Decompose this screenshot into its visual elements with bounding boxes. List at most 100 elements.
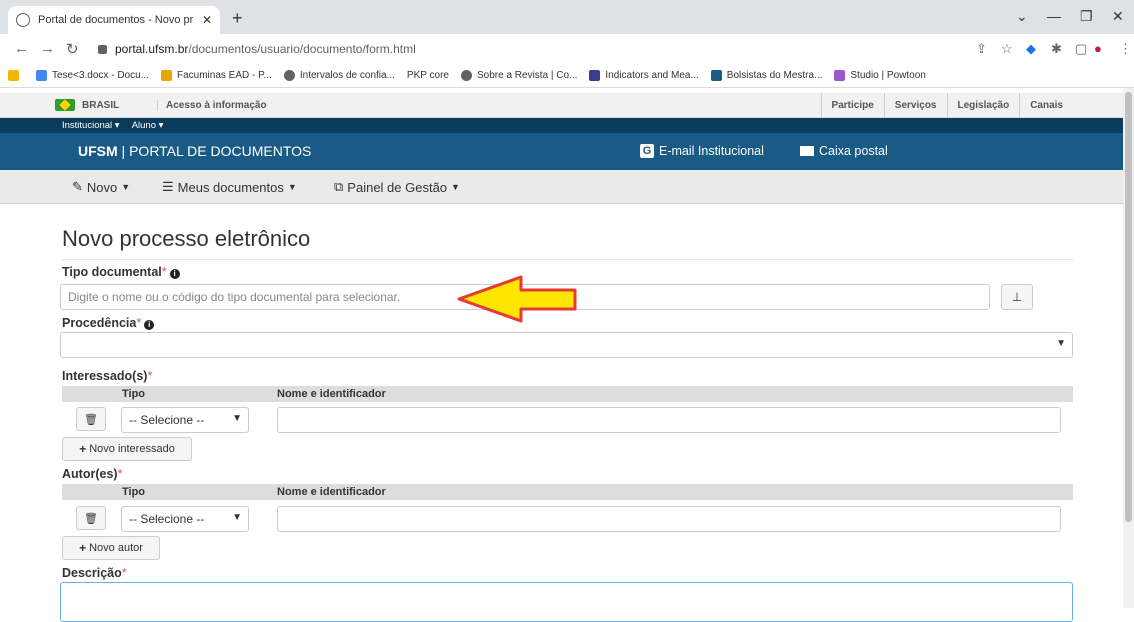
browser-tabstrip: Portal de documentos - Novo pr ✕ + ⌄ — ❐…: [0, 0, 1134, 34]
bookmark-favicon: [589, 70, 601, 81]
scrollbar-thumb[interactable]: [1125, 92, 1132, 522]
dashboard-icon: ⧉: [334, 179, 344, 194]
procedencia-select[interactable]: ▼: [60, 332, 1073, 358]
procedencia-label: Procedência* i: [62, 316, 155, 330]
list-icon: ☰: [162, 179, 174, 194]
institucional-menu[interactable]: Institucional ▾: [62, 120, 120, 131]
trash-icon: 🗑: [84, 413, 98, 426]
bookmark-item[interactable]: Tese<3.docx - Docu...: [36, 70, 149, 81]
apps-icon[interactable]: [8, 70, 24, 81]
gov-link-canais[interactable]: Canais: [1019, 93, 1073, 118]
bookmark-item[interactable]: Bolsistas do Mestra...: [710, 70, 822, 81]
interessado-tipo-select[interactable]: -- Selecione -- ▼: [121, 407, 249, 433]
gov-link-servicos[interactable]: Serviços: [883, 93, 947, 118]
trash-icon: 🗑: [84, 512, 98, 525]
bookmarks-bar: Tese<3.docx - Docu... Facuminas EAD - P.…: [0, 64, 1134, 88]
globe-icon: [16, 13, 30, 27]
gov-links: Participe Serviços Legislação Canais: [820, 93, 1073, 118]
profile-avatar-icon[interactable]: ●: [1094, 41, 1102, 56]
chevron-down-icon: ▼: [232, 512, 242, 523]
google-icon: G: [640, 144, 654, 158]
gov-brasil-link[interactable]: BRASIL: [82, 100, 119, 111]
descricao-label: Descrição*: [62, 566, 127, 580]
gov-link-legislacao[interactable]: Legislação: [946, 93, 1020, 118]
bookmark-item[interactable]: Intervalos de confia...: [283, 70, 395, 81]
page-title: Novo processo eletrônico: [62, 226, 311, 251]
menu-meus-documentos[interactable]: ☰ Meus documentos ▼: [162, 179, 297, 195]
brazil-flag-icon: [55, 99, 75, 111]
bookmark-item[interactable]: Studio | Powtoon: [834, 70, 926, 81]
bookmark-item[interactable]: Facuminas EAD - P...: [161, 70, 272, 81]
bookmark-item[interactable]: Sobre a Revista | Co...: [460, 70, 577, 81]
info-icon[interactable]: i: [144, 320, 155, 330]
interessado-nome-input[interactable]: [277, 407, 1061, 433]
gov-bar: BRASIL Acesso à informação Participe Ser…: [0, 93, 1123, 118]
novo-interessado-button[interactable]: + Novo interessado: [62, 437, 192, 461]
gov-link-participe[interactable]: Participe: [820, 93, 884, 118]
pencil-icon: ✎: [72, 179, 83, 194]
divider: [62, 259, 1073, 260]
delete-interessado-button[interactable]: 🗑: [76, 407, 106, 431]
required-mark: *: [121, 566, 127, 580]
novo-autor-button[interactable]: + Novo autor: [62, 536, 160, 560]
plus-icon: +: [79, 541, 87, 555]
autor-tipo-select[interactable]: -- Selecione -- ▼: [121, 506, 249, 532]
bookmark-favicon: [834, 70, 846, 81]
delete-autor-button[interactable]: 🗑: [76, 506, 106, 530]
globe-icon: [460, 70, 472, 81]
tab-search-icon[interactable]: ⌄: [1016, 8, 1028, 25]
minimize-button[interactable]: —: [1047, 8, 1061, 24]
bookmark-favicon: [161, 70, 172, 81]
url-host: portal.ufsm.br: [115, 42, 189, 56]
site-header: UFSM | PORTAL DE DOCUMENTOS G E-mail Inst…: [0, 133, 1123, 170]
menu-dots-icon[interactable]: ⋮: [1119, 41, 1132, 57]
reload-icon[interactable]: ↻: [66, 40, 79, 58]
share-icon[interactable]: ⇪: [976, 41, 987, 57]
column-tipo: Tipo: [122, 486, 146, 498]
globe-icon: [283, 70, 295, 81]
address-toolbar: ← → ↻ portal.ufsm.br/documentos/usuario/…: [0, 34, 1134, 64]
chevron-down-icon: ▼: [232, 413, 242, 424]
menu-painel-gestao[interactable]: ⧉ Painel de Gestão ▼: [334, 179, 460, 195]
bookmark-item[interactable]: Indicators and Mea...: [589, 70, 699, 81]
page-scrollbar[interactable]: [1123, 88, 1134, 608]
back-icon[interactable]: ←: [14, 40, 29, 57]
institutional-bar: Institucional ▾ Aluno ▾: [0, 118, 1123, 133]
tipo-documental-label: Tipo documental* i: [62, 265, 180, 279]
column-nome: Nome e identificador: [277, 486, 386, 498]
bookmark-item[interactable]: PKP core: [407, 70, 449, 81]
required-mark: *: [161, 265, 167, 279]
info-icon[interactable]: i: [169, 269, 180, 279]
bookmark-star-icon[interactable]: ☆: [1001, 41, 1013, 57]
email-institucional-link[interactable]: G E-mail Institucional: [640, 144, 764, 158]
column-nome: Nome e identificador: [277, 388, 386, 400]
caixa-postal-link[interactable]: Caixa postal: [800, 144, 888, 158]
chevron-down-icon: ▼: [1056, 338, 1066, 349]
forward-icon[interactable]: →: [40, 40, 55, 57]
puzzle-icon[interactable]: ✱: [1051, 41, 1062, 57]
caret-down-icon: ▼: [451, 182, 460, 192]
extension-icon[interactable]: ◆: [1026, 41, 1036, 57]
tree-browse-button[interactable]: ⊥: [1001, 284, 1033, 310]
url-bar[interactable]: portal.ufsm.br/documentos/usuario/docume…: [98, 38, 958, 60]
close-window-button[interactable]: ✕: [1112, 8, 1124, 25]
close-tab-icon[interactable]: ✕: [202, 13, 212, 27]
menu-novo[interactable]: ✎ Novo ▼: [72, 179, 130, 195]
main-menu: ✎ Novo ▼ ☰ Meus documentos ▼ ⧉ Painel de Gest…: [0, 170, 1123, 204]
sidepanel-icon[interactable]: ▢: [1075, 41, 1087, 57]
aluno-menu[interactable]: Aluno ▾: [132, 120, 164, 131]
new-tab-button[interactable]: +: [232, 8, 243, 29]
interessados-label: Interessado(s)*: [62, 369, 153, 383]
browser-tab[interactable]: Portal de documentos - Novo pr ✕: [8, 6, 220, 34]
tab-title: Portal de documentos - Novo pr: [38, 14, 194, 26]
site-brand[interactable]: UFSM | PORTAL DE DOCUMENTOS: [78, 143, 311, 159]
acesso-informacao-link[interactable]: Acesso à informação: [157, 100, 267, 111]
url-path: /documentos/usuario/documento/form.html: [188, 42, 416, 56]
autor-nome-input[interactable]: [277, 506, 1061, 532]
maximize-button[interactable]: ❐: [1080, 8, 1093, 25]
column-tipo: Tipo: [122, 388, 146, 400]
required-mark: *: [147, 369, 153, 383]
input-placeholder: Digite o nome ou o código do tipo docume…: [68, 290, 401, 304]
annotation-arrow-icon: [457, 275, 577, 323]
descricao-textarea[interactable]: [60, 582, 1073, 622]
